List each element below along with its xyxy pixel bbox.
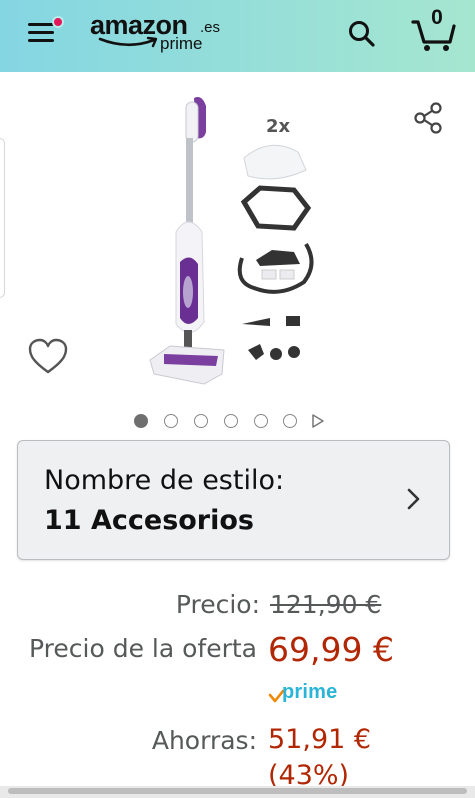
image-dot-6[interactable] xyxy=(283,414,297,428)
image-dot-2[interactable] xyxy=(164,414,178,428)
notification-dot xyxy=(52,16,64,28)
wishlist-button[interactable] xyxy=(28,338,68,376)
product-image[interactable]: 2x xyxy=(130,92,350,392)
chevron-right-icon xyxy=(407,488,420,510)
offer-price-label: Precio de la oferta xyxy=(29,634,257,663)
hamburger-icon-bar xyxy=(28,39,54,42)
prime-label: prime xyxy=(282,681,338,703)
prime-badge: prime xyxy=(268,681,358,707)
hamburger-icon xyxy=(28,23,54,26)
product-image-gallery[interactable]: 2x xyxy=(0,72,475,432)
search-button[interactable] xyxy=(346,18,378,50)
savings-label: Ahorras: xyxy=(151,726,257,755)
play-icon[interactable] xyxy=(311,414,325,428)
app-header: amazon .es prime 0 xyxy=(0,0,475,72)
smile-arrow-icon xyxy=(98,36,158,48)
bottom-system-bar xyxy=(0,786,475,798)
search-icon xyxy=(349,21,375,47)
list-price: 121,90 € xyxy=(270,590,382,619)
image-dot-1[interactable] xyxy=(134,414,148,428)
image-pagination xyxy=(130,410,330,430)
image-dot-5[interactable] xyxy=(254,414,268,428)
share-button[interactable] xyxy=(410,100,446,136)
image-dot-4[interactable] xyxy=(224,414,238,428)
logo-prime: prime xyxy=(160,34,203,53)
scroll-indicator xyxy=(8,788,467,794)
offer-price: 69,99 € xyxy=(268,630,394,669)
hamburger-icon-bar xyxy=(28,31,54,34)
cart-button[interactable]: 0 xyxy=(410,6,458,54)
style-selector-label: Nombre de estilo: xyxy=(44,465,285,496)
image-dot-3[interactable] xyxy=(194,414,208,428)
style-selector-value: 11 Accesorios xyxy=(44,505,255,536)
savings-amount: 51,91 € xyxy=(268,724,372,755)
svg-text:2x: 2x xyxy=(266,116,291,137)
style-selector-button[interactable]: Nombre de estilo: 11 Accesorios xyxy=(17,440,450,560)
heart-icon xyxy=(28,338,68,374)
steam-mop-illustration: 2x xyxy=(149,97,314,385)
cart-count: 0 xyxy=(431,6,443,29)
amazon-prime-logo[interactable]: amazon .es prime xyxy=(90,10,230,60)
logo-tld: .es xyxy=(200,19,221,36)
list-price-label: Precio: xyxy=(175,590,260,619)
menu-button[interactable] xyxy=(24,16,64,46)
share-icon xyxy=(414,102,442,134)
previous-card-edge[interactable] xyxy=(0,138,5,298)
